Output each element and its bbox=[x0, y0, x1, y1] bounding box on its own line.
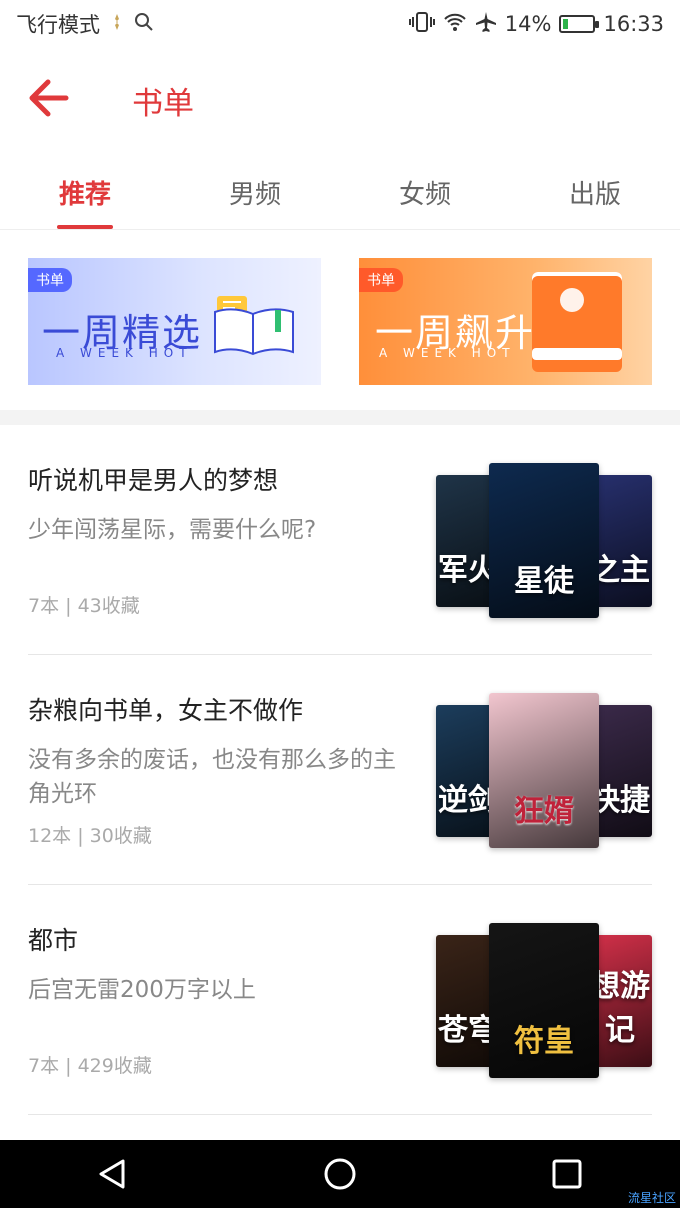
book-covers: 军火 之主 星徒 bbox=[436, 463, 652, 618]
back-arrow-icon[interactable] bbox=[26, 76, 76, 120]
category-tabs: 推荐 男频 女频 出版 bbox=[0, 150, 680, 230]
booklist-title: 听说机甲是男人的梦想 bbox=[28, 466, 279, 495]
vibrate-icon bbox=[408, 11, 435, 37]
system-nav-bar: 流星社区 bbox=[0, 1140, 680, 1208]
booklist-description: 少年闯荡星际，需要什么呢? bbox=[28, 517, 317, 543]
clock: 16:33 bbox=[603, 12, 664, 36]
wifi-icon bbox=[443, 12, 467, 37]
status-bar: 飞行模式 14% 16:33 bbox=[0, 0, 680, 48]
tab-male[interactable]: 男频 bbox=[170, 150, 340, 229]
page-title: 书单 bbox=[132, 86, 194, 122]
section-divider bbox=[0, 410, 680, 425]
booklist-meta: 12本 | 30收藏 bbox=[28, 825, 152, 847]
watermark-text: 流星社区 bbox=[627, 1191, 676, 1205]
book-covers: 苍穹 想游记 符皇 bbox=[436, 923, 652, 1078]
tab-published[interactable]: 出版 bbox=[510, 150, 680, 229]
book-cover: 星徒 bbox=[489, 463, 599, 618]
banner-subtitle: A WEEK HOT bbox=[379, 346, 516, 360]
banner-tag: 书单 bbox=[359, 268, 403, 292]
weekly-rising-banner[interactable]: 书单 一周飙升 A WEEK HOT bbox=[359, 258, 652, 385]
notification-icon bbox=[110, 12, 124, 36]
book-icon bbox=[532, 272, 622, 372]
weekly-picks-banner[interactable]: 书单 一周精选 A WEEK HOT bbox=[28, 258, 321, 385]
list-item[interactable]: 杂粮向书单，女主不做作 没有多余的废话，也没有那么多的主角光环 12本 | 30… bbox=[28, 655, 652, 885]
book-covers: 逆剑 快捷 狂婿 bbox=[436, 693, 652, 848]
battery-icon bbox=[559, 15, 600, 33]
tab-female[interactable]: 女频 bbox=[340, 150, 510, 229]
nav-home-icon[interactable] bbox=[320, 1154, 360, 1194]
book-cover: 狂婿 bbox=[489, 693, 599, 848]
list-item[interactable]: 都市 后宫无雷200万字以上 7本 | 429收藏 苍穹 想游记 符皇 bbox=[28, 885, 652, 1115]
booklist-meta: 7本 | 43收藏 bbox=[28, 595, 140, 617]
airplane-icon bbox=[475, 11, 497, 38]
battery-percent: 14% bbox=[504, 12, 552, 36]
tab-recommend[interactable]: 推荐 bbox=[0, 150, 170, 229]
booklist-meta: 7本 | 429收藏 bbox=[28, 1055, 152, 1077]
booklist-title: 杂粮向书单，女主不做作 bbox=[28, 696, 304, 725]
booklist-description: 没有多余的废话，也没有那么多的主角光环 bbox=[28, 747, 396, 807]
airplane-mode-label: 飞行模式 bbox=[16, 13, 100, 37]
banner-subtitle: A WEEK HOT bbox=[56, 346, 193, 360]
book-cover: 符皇 bbox=[489, 923, 599, 1078]
booklist-list: 听说机甲是男人的梦想 少年闯荡星际，需要什么呢? 7本 | 43收藏 军火 之主… bbox=[0, 425, 680, 1115]
app-header: 书单 bbox=[0, 48, 680, 148]
banner-tag: 书单 bbox=[28, 268, 72, 292]
nav-back-icon[interactable] bbox=[93, 1154, 133, 1194]
booklist-description: 后宫无雷200万字以上 bbox=[28, 977, 256, 1003]
open-book-icon bbox=[209, 296, 299, 356]
booklist-title: 都市 bbox=[28, 926, 79, 955]
search-icon bbox=[134, 12, 154, 37]
banner-row: 书单 一周精选 A WEEK HOT 书单 一周飙升 A WEEK HOT bbox=[28, 258, 652, 385]
nav-recents-icon[interactable] bbox=[547, 1154, 587, 1194]
list-item[interactable]: 听说机甲是男人的梦想 少年闯荡星际，需要什么呢? 7本 | 43收藏 军火 之主… bbox=[28, 425, 652, 655]
